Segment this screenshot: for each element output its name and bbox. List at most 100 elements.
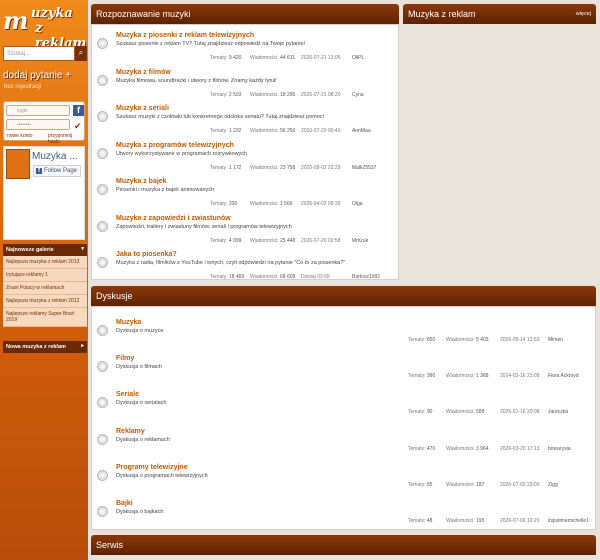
last-post-user[interactable]: Zigg [548, 482, 558, 488]
gallery-link[interactable]: Najlepsze reklamy Super Bowl 2019 [3, 308, 87, 327]
discussions-header: Dyskusje [91, 286, 596, 306]
submit-login-icon[interactable]: ✔ [74, 121, 82, 132]
topics-value: 850 [426, 337, 436, 343]
posts-label: Wiadomości: [250, 201, 279, 207]
forum-row: Muzyka z seriali Szukasz muzyki z czołów… [92, 103, 398, 140]
topics-value: 1 232 [228, 128, 242, 134]
forum-description: Piosenki i muzyka z bajek animowanych [116, 187, 215, 193]
recognition-header: Rozpoznawanie muzyki [91, 4, 399, 24]
last-post-date[interactable]: 2026-07-02 23:09 [500, 482, 539, 488]
topics-label: Tematy: [408, 409, 426, 416]
forum-description: Dyskusja o bajkach [116, 509, 164, 515]
last-post-date[interactable]: Dzisiaj 03:09 [301, 274, 330, 280]
posts-value: 23 758 [280, 164, 296, 171]
topics-label: Tematy: [210, 164, 228, 171]
gallery-link[interactable]: Najlepsza muzyka z reklam 2012 [3, 295, 87, 308]
logo-initial: m [3, 6, 29, 35]
last-post-date[interactable]: 2026-07-06 10:20 [500, 518, 539, 524]
gallery-link[interactable]: Znani Polacy w reklamach [3, 282, 87, 295]
forum-row: Muzyka z bajek Piosenki i muzyka z bajek… [92, 176, 398, 213]
last-post-date[interactable]: 2026-05-14 12:53 [500, 337, 539, 343]
last-post-date[interactable]: 2026-04-02 09:39 [301, 201, 340, 207]
forgot-password-link[interactable]: przypomnij hasło [48, 133, 84, 145]
discussions-panel: Muzyka Dyskusja o muzyce Tematy: 850 Wia… [91, 306, 596, 530]
topics-count: Tematy: 470 [408, 446, 435, 452]
gallery-link[interactable]: Irytujące reklamy 1 [3, 269, 87, 282]
forum-row: Muzyka z programów telewizyjnych Utwory … [92, 140, 398, 177]
search-input[interactable]: Szukaj... [3, 46, 75, 61]
page-thumbnail[interactable] [6, 149, 30, 179]
last-post-user[interactable]: Fiora Ackroyd [548, 373, 579, 379]
forum-title[interactable]: Bajki [116, 500, 133, 507]
facebook-page-title[interactable]: Muzyka ... [32, 151, 78, 162]
forum-title[interactable]: Muzyka z filmów [116, 69, 171, 76]
posts-value: 18 295 [280, 91, 296, 98]
topics-value: 4 099 [228, 237, 242, 244]
gallery-link[interactable]: Najlepsza muzyka z reklam 2013 [3, 256, 87, 269]
more-link[interactable]: więcej [576, 11, 591, 17]
forum-title[interactable]: Muzyka z piosenki z reklam telewizyjnych [116, 32, 254, 39]
topics-count: Tematy: 48 [408, 518, 432, 524]
service-header: Serwis [91, 535, 596, 555]
last-post-user[interactable]: Bartosz1992 [352, 274, 380, 280]
forum-title[interactable]: Filmy [116, 355, 134, 362]
posts-label: Wiadomości: [250, 164, 279, 171]
last-post-date[interactable]: 2026-07-21 13:05 [301, 55, 340, 61]
last-post-date[interactable]: 2026-07-21 08:20 [301, 92, 340, 98]
forum-title[interactable]: Jaka to piosenka? [116, 251, 177, 258]
last-post-user[interactable]: itsjustmemichelle1 [548, 518, 589, 524]
posts-label: Wiadomości: [446, 337, 475, 343]
follow-page-button[interactable]: f Follow Page [33, 165, 81, 177]
last-post-user[interactable]: Olga [352, 201, 363, 207]
last-post-date[interactable]: 2026-07-20 00:40 [301, 128, 340, 134]
forum-title[interactable]: Programy telewizyjne [116, 464, 188, 471]
recognition-panel: Muzyka z piosenki z reklam telewizyjnych… [91, 24, 399, 280]
last-post-date[interactable]: 2024-03-16 23:09 [500, 373, 539, 379]
forum-title[interactable]: Muzyka z seriali [116, 105, 169, 112]
new-account-link[interactable]: nowe konto [7, 133, 33, 139]
forum-row: Seriale Dyskusja o serialach Tematy: 90 … [92, 389, 595, 425]
forum-row: Bajki Dyskusja o bajkach Tematy: 48 Wiad… [92, 498, 595, 534]
follow-label: Follow Page [44, 168, 78, 174]
last-post-date[interactable]: 2026-07-20 02:58 [301, 238, 340, 244]
latest-galleries-head[interactable]: Najnowsze galerie ▾ [3, 244, 87, 256]
login-field[interactable]: login [6, 105, 70, 116]
posts-label: Wiadomości: [250, 274, 279, 280]
last-post-user[interactable]: MrKruk [352, 238, 368, 244]
topics-count: Tematy: 55 [408, 482, 432, 488]
forum-title[interactable]: Muzyka z programów telewizyjnych [116, 142, 234, 149]
last-post-user[interactable]: AnnMaa [352, 128, 371, 134]
last-post-user[interactable]: OliPL [352, 55, 364, 61]
topics-label: Tematy: [408, 373, 426, 380]
last-post-user[interactable]: Mimen [548, 337, 563, 343]
forum-status-icon [97, 361, 108, 373]
last-post-user[interactable]: Cyna [352, 92, 364, 98]
last-post-user[interactable]: Malk25537 [352, 165, 376, 171]
posts-label: Wiadomości: [446, 409, 475, 416]
posts-label: Wiadomości: [446, 518, 475, 524]
forum-title[interactable]: Reklamy [116, 428, 145, 435]
posts-count: Wiadomości: 25 448 [250, 238, 295, 244]
last-post-user[interactable]: bowarysia [548, 446, 571, 452]
search-icon[interactable]: ⌕ [75, 46, 87, 61]
new-music-head[interactable]: Nowa muzyka z reklam ▸ [3, 341, 87, 353]
forum-title[interactable]: Muzyka z zapowiedzi i zwiastunów [116, 215, 231, 222]
forum-title[interactable]: Muzyka [116, 319, 141, 326]
password-field[interactable]: •••••••• [6, 119, 70, 130]
topics-label: Tematy: [408, 337, 426, 343]
forum-title[interactable]: Muzyka z bajek [116, 178, 167, 185]
facebook-login-icon[interactable]: f [73, 105, 84, 116]
topics-count: Tematy: 390 [408, 373, 435, 379]
topics-value: 9 420 [228, 55, 242, 61]
last-post-date[interactable]: 2026-08-02 22:29 [301, 165, 340, 171]
last-post-date[interactable]: 2026-03-20 17:13 [500, 446, 539, 452]
forum-status-icon [97, 506, 108, 517]
site-logo[interactable]: m uzyka z reklam [3, 3, 86, 51]
latest-galleries-label: Najnowsze galerie [6, 247, 54, 253]
forum-title[interactable]: Seriale [116, 391, 139, 398]
last-post-date[interactable]: 2025-01-16 20:08 [500, 409, 539, 415]
last-post-user[interactable]: Jareczka [548, 409, 568, 415]
topics-value: 2 503 [228, 91, 242, 98]
ask-question-button[interactable]: dodaj pytanie + [3, 70, 71, 81]
ads-title: Muzyka z reklam [408, 9, 476, 19]
